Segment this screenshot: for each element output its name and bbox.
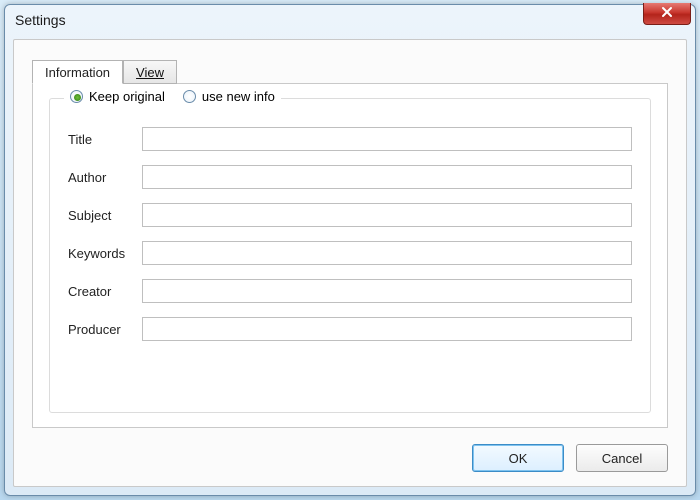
radio-dot-icon [70,90,83,103]
cancel-button[interactable]: Cancel [576,444,668,472]
label-subject: Subject [68,208,142,223]
button-label: OK [509,451,528,466]
settings-dialog: Settings Information View Keep original [4,4,696,496]
label-creator: Creator [68,284,142,299]
close-button[interactable] [643,3,691,25]
radio-dot-icon [183,90,196,103]
titlebar: Settings [5,5,695,35]
label-producer: Producer [68,322,142,337]
tab-view[interactable]: View [123,60,177,84]
input-title[interactable] [142,127,632,151]
tabpanel-information: Keep original use new info Title Author [32,83,668,428]
input-creator[interactable] [142,279,632,303]
input-producer[interactable] [142,317,632,341]
close-icon [661,6,673,21]
row-author: Author [68,165,632,189]
window-title: Settings [15,12,66,28]
tab-label: View [136,65,164,80]
radio-keep-original[interactable]: Keep original [70,89,165,104]
input-author[interactable] [142,165,632,189]
row-subject: Subject [68,203,632,227]
info-groupbox: Keep original use new info Title Author [49,98,651,413]
tabstrip: Information View [32,60,177,84]
form-rows: Title Author Subject Keywords [68,127,632,341]
input-subject[interactable] [142,203,632,227]
ok-button[interactable]: OK [472,444,564,472]
radio-label: Keep original [89,89,165,104]
input-keywords[interactable] [142,241,632,265]
row-title: Title [68,127,632,151]
radio-use-new-info[interactable]: use new info [183,89,275,104]
tab-information[interactable]: Information [32,60,123,84]
label-keywords: Keywords [68,246,142,261]
row-producer: Producer [68,317,632,341]
row-creator: Creator [68,279,632,303]
row-keywords: Keywords [68,241,632,265]
radio-label: use new info [202,89,275,104]
client-area: Information View Keep original use new i… [13,39,687,487]
button-label: Cancel [602,451,642,466]
tab-label: Information [45,65,110,80]
label-author: Author [68,170,142,185]
group-legend: Keep original use new info [64,89,281,104]
label-title: Title [68,132,142,147]
dialog-button-row: OK Cancel [472,444,668,472]
